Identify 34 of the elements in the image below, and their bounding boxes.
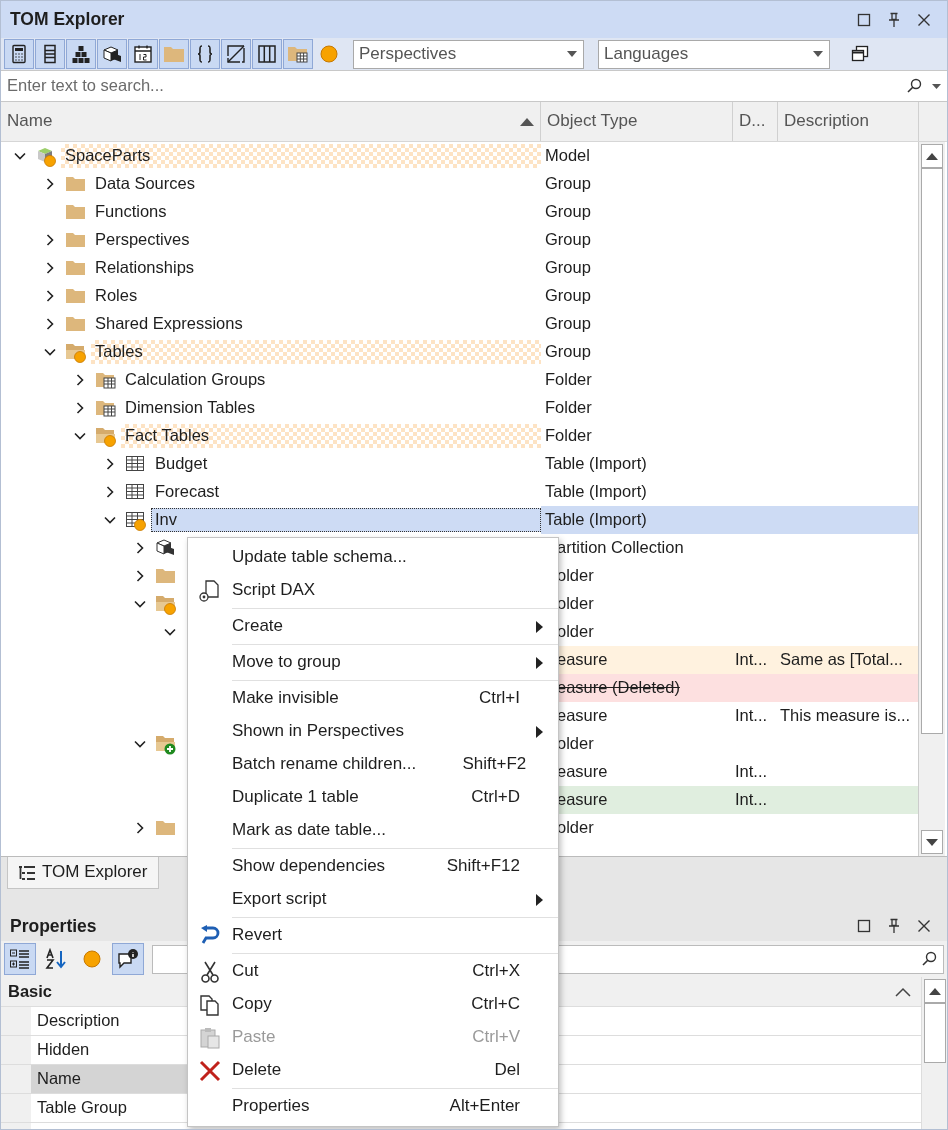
object-type: Folder — [544, 426, 593, 446]
object-type: Model — [544, 146, 591, 166]
object-type: artition Collection — [556, 538, 685, 558]
description: This measure is... — [779, 706, 912, 726]
data-type: Int... — [734, 762, 769, 782]
object-type: Folder — [544, 398, 593, 418]
object-type: Group — [544, 174, 592, 194]
object-type: Table (Import) — [544, 510, 648, 530]
object-type: Group — [544, 230, 592, 250]
object-type: Group — [544, 202, 592, 222]
object-type: Group — [544, 342, 592, 362]
object-type: easure — [556, 762, 609, 782]
object-type: easure (Deleted) — [556, 678, 681, 698]
category-label: Basic — [8, 981, 53, 1002]
object-type: older — [556, 734, 595, 754]
object-type: easure — [556, 650, 609, 670]
data-type: Int... — [734, 790, 769, 810]
object-type: Table (Import) — [544, 454, 648, 474]
window-title: TOM Explorer — [10, 9, 125, 30]
description: Same as [Total... — [779, 650, 904, 670]
object-type: Group — [544, 314, 592, 334]
object-type: easure — [556, 706, 609, 726]
data-type: Int... — [734, 706, 769, 726]
object-type: Group — [544, 286, 592, 306]
object-type: Group — [544, 258, 592, 278]
panel-title: Properties — [10, 915, 97, 937]
object-type: easure — [556, 790, 609, 810]
object-type: older — [556, 818, 595, 838]
object-type: Folder — [544, 370, 593, 390]
object-type: older — [556, 622, 595, 642]
data-type: Int... — [734, 650, 769, 670]
object-type: older — [556, 566, 595, 586]
object-type: older — [556, 594, 595, 614]
object-type: Table (Import) — [544, 482, 648, 502]
